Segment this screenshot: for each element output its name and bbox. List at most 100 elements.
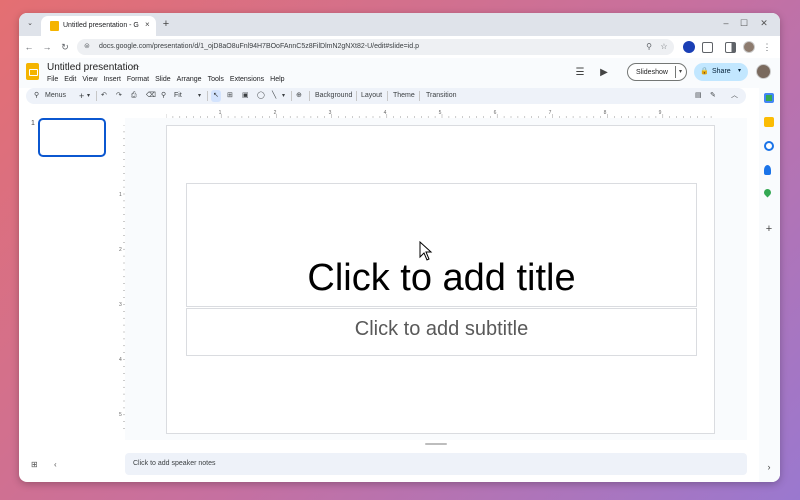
share-button[interactable]: 🔒 Share ▾	[694, 63, 748, 81]
meet-icon[interactable]: ▶	[597, 66, 611, 80]
url-text[interactable]: docs.google.com/presentation/d/1_ojD8aO8…	[99, 42, 419, 52]
navigation-bar: ← → ↻ ⊜ docs.google.com/presentation/d/1…	[19, 36, 780, 58]
bookmark-star-icon[interactable]: ☆	[658, 40, 670, 54]
shape-tool-icon[interactable]: ◯	[257, 90, 265, 102]
speaker-notes-placeholder: Click to add speaker notes	[133, 460, 216, 467]
line-tool-icon[interactable]: ╲	[272, 90, 276, 102]
ruler-label: 6	[494, 110, 497, 116]
calendar-icon[interactable]	[764, 93, 774, 103]
tab-close-icon[interactable]: ×	[145, 19, 150, 31]
line-dropdown-icon[interactable]: ▾	[282, 90, 285, 102]
speaker-notes[interactable]: Click to add speaker notes	[125, 453, 747, 475]
extension-icon[interactable]	[683, 41, 695, 53]
print-icon[interactable]: ⎙	[131, 90, 137, 102]
maps-icon[interactable]	[762, 187, 773, 198]
star-icon[interactable]: ☆	[132, 61, 140, 74]
zoom-icon[interactable]: ⚲	[643, 40, 655, 54]
forward-button[interactable]: →	[40, 40, 54, 54]
new-tab-button[interactable]: +	[159, 16, 173, 32]
ruler-label: 8	[604, 110, 607, 116]
menu-file[interactable]: File	[47, 75, 58, 85]
expand-side-panel-icon[interactable]: ›	[764, 462, 774, 472]
slideshow-dropdown-icon[interactable]: ▾	[675, 66, 682, 78]
grid-view-icon[interactable]: ⊞	[31, 460, 38, 470]
extensions-puzzle-icon[interactable]	[702, 42, 713, 53]
profile-avatar[interactable]	[743, 41, 755, 53]
search-menus[interactable]: Menus	[45, 90, 66, 102]
select-tool-icon[interactable]: ↖	[211, 90, 221, 102]
share-label: Share	[712, 68, 731, 75]
tab-search-button[interactable]: ⌄	[24, 18, 36, 30]
horizontal-ruler[interactable]: 1 2 3 4 5 6 7 8 9	[166, 109, 715, 118]
side-panel: + ›	[759, 88, 780, 482]
menu-tools[interactable]: Tools	[208, 75, 224, 85]
comment-tool-icon[interactable]: ⊕	[296, 90, 302, 102]
slideshow-label: Slideshow	[636, 69, 668, 76]
pen-icon[interactable]: ✎	[710, 90, 716, 102]
menu-bar: File Edit View Insert Format Slide Arran…	[47, 75, 285, 85]
vertical-ruler[interactable]: 1 2 3 4 5	[117, 125, 125, 435]
account-avatar[interactable]	[756, 64, 771, 79]
site-info-icon[interactable]: ⊜	[84, 42, 90, 52]
minimize-button[interactable]: –	[719, 16, 733, 30]
document-title[interactable]: Untitled presentation	[47, 61, 139, 74]
share-dropdown-icon[interactable]: ▾	[738, 66, 741, 77]
menu-format[interactable]: Format	[127, 75, 149, 85]
slide-thumbnail[interactable]	[38, 118, 106, 157]
add-addon-icon[interactable]: +	[764, 224, 774, 235]
ruler-label: 1	[219, 110, 222, 116]
transition-button[interactable]: Transition	[426, 90, 456, 102]
slide-canvas[interactable]: Click to add title Click to add subtitle	[166, 125, 715, 434]
tasks-icon[interactable]	[764, 141, 774, 151]
paint-format-icon[interactable]: ⌫	[146, 90, 156, 102]
theme-button[interactable]: Theme	[393, 90, 415, 102]
slides-logo-icon[interactable]	[26, 63, 39, 80]
browser-menu-icon[interactable]: ⋮	[760, 40, 774, 54]
keep-icon[interactable]	[764, 117, 774, 127]
address-bar[interactable]: ⊜ docs.google.com/presentation/d/1_ojD8a…	[77, 39, 674, 55]
ruler-labels: 1 2 3 4 5	[119, 192, 122, 418]
maximize-button[interactable]: ☐	[737, 16, 751, 30]
notes-resize-handle[interactable]	[425, 443, 447, 445]
menu-edit[interactable]: Edit	[64, 75, 76, 85]
tab-strip: ⌄ Untitled presentation - Google × + – ☐…	[19, 13, 780, 36]
slideshow-button[interactable]: Slideshow ▾	[627, 63, 687, 81]
textbox-tool-icon[interactable]: ⊞	[227, 90, 233, 102]
close-window-button[interactable]: ✕	[757, 16, 771, 30]
zoom-icon[interactable]: ⚲	[161, 90, 166, 102]
collapse-toolbar-icon[interactable]: ︿	[731, 90, 738, 102]
tab-untitled-presentation[interactable]: Untitled presentation - Google ×	[41, 16, 156, 36]
toolbar-divider	[387, 91, 388, 101]
redo-icon[interactable]: ↷	[116, 90, 122, 102]
menu-extensions[interactable]: Extensions	[230, 75, 264, 85]
comments-icon[interactable]: ☰	[573, 66, 587, 80]
menu-insert[interactable]: Insert	[103, 75, 121, 85]
zoom-dropdown-icon[interactable]: ▾	[198, 90, 201, 102]
back-button[interactable]: ←	[22, 40, 36, 54]
reload-button[interactable]: ↻	[58, 40, 72, 54]
side-panel-icon[interactable]	[725, 42, 736, 53]
contacts-icon[interactable]	[764, 165, 771, 175]
background-button[interactable]: Background	[315, 90, 352, 102]
title-placeholder[interactable]: Click to add title	[186, 183, 697, 307]
chart-icon[interactable]: ▤	[695, 90, 702, 102]
slides-favicon-icon	[50, 21, 59, 31]
app-header: Untitled presentation ☆ File Edit View I…	[19, 58, 780, 88]
image-tool-icon[interactable]: ▣	[242, 90, 249, 102]
zoom-select[interactable]: Fit	[174, 90, 182, 102]
new-slide-dropdown-icon[interactable]: ▾	[87, 90, 90, 102]
search-menus-icon[interactable]: ⚲	[34, 90, 39, 102]
ruler-label: 5	[439, 110, 442, 116]
toolbar-divider	[356, 91, 357, 101]
ruler-label: 9	[659, 110, 662, 116]
ruler-label: 1	[119, 192, 122, 198]
undo-icon[interactable]: ↶	[101, 90, 107, 102]
menu-slide[interactable]: Slide	[155, 75, 171, 85]
layout-button[interactable]: Layout	[361, 90, 382, 102]
collapse-filmstrip-icon[interactable]: ‹	[54, 460, 57, 470]
menu-help[interactable]: Help	[270, 75, 284, 85]
menu-arrange[interactable]: Arrange	[177, 75, 202, 85]
new-slide-button[interactable]: +	[79, 90, 84, 102]
menu-view[interactable]: View	[82, 75, 97, 85]
subtitle-placeholder[interactable]: Click to add subtitle	[186, 308, 697, 356]
